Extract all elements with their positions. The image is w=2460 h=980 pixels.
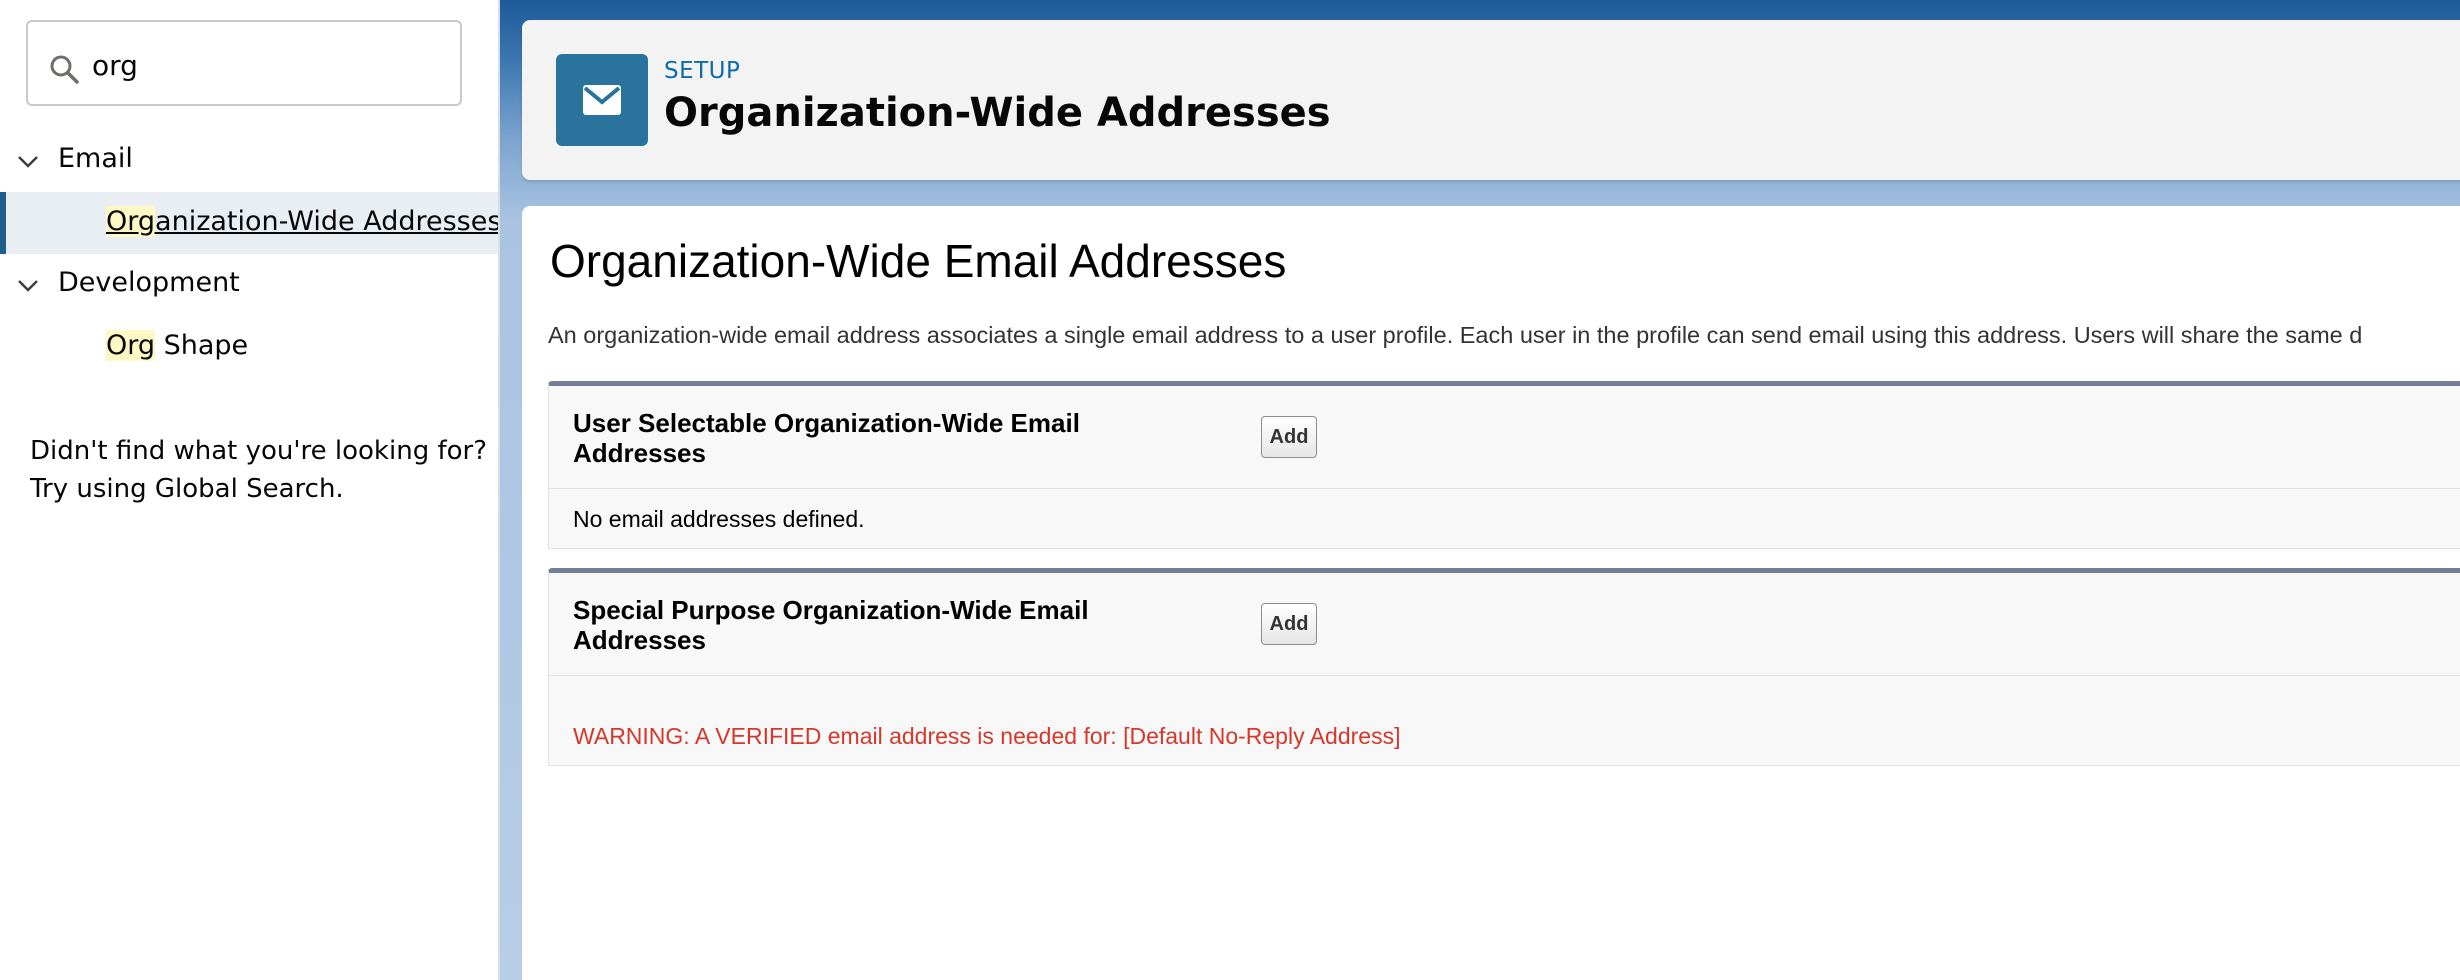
tree-item-link[interactable]: Organization-Wide Addresses	[106, 206, 501, 237]
tree-item-link[interactable]: Org Shape	[106, 330, 248, 361]
header-icon-tile	[556, 54, 648, 146]
block-title: Special Purpose Organization-Wide Email …	[573, 595, 1089, 655]
section-heading: Organization-Wide Email Addresses	[550, 235, 1287, 287]
search-match-highlight: Org	[106, 206, 156, 237]
tree-item-label: anization-Wide Addresses	[155, 206, 502, 237]
setup-sidebar: Email Organization-Wide Addresses Develo…	[0, 0, 501, 980]
verification-warning: WARNING: A VERIFIED email address is nee…	[573, 723, 1401, 749]
add-special-purpose-button[interactable]: Add	[1261, 603, 1317, 645]
block-header: User Selectable Organization-Wide Email …	[549, 386, 2460, 489]
block-header: Special Purpose Organization-Wide Email …	[549, 573, 2460, 676]
empty-list-message: No email addresses defined.	[573, 506, 865, 532]
quick-find-box[interactable]	[26, 20, 462, 106]
chevron-down-icon[interactable]	[16, 149, 40, 173]
no-results-help: Didn't find what you're looking for? Try…	[30, 432, 490, 508]
page-title: Organization-Wide Addresses	[664, 90, 1331, 136]
quick-find-input[interactable]	[92, 40, 442, 90]
section-description: An organization-wide email address assoc…	[548, 322, 2363, 348]
help-line: Didn't find what you're looking for?	[30, 436, 488, 466]
block-title: User Selectable Organization-Wide Email …	[573, 408, 1080, 468]
search-icon	[50, 55, 79, 84]
page-header: SETUP Organization-Wide Addresses	[522, 20, 2460, 180]
tree-item-organization-wide-addresses[interactable]: Organization-Wide Addresses	[0, 192, 501, 254]
tree-group-email[interactable]: Email	[0, 133, 498, 189]
sidebar-divider	[498, 0, 500, 980]
setup-app: Email Organization-Wide Addresses Develo…	[0, 0, 2460, 980]
search-match-highlight: Org	[106, 330, 156, 361]
content-panel: Organization-Wide Email Addresses An org…	[522, 206, 2460, 980]
tree-group-development[interactable]: Development	[0, 257, 498, 313]
user-selectable-addresses-block: User Selectable Organization-Wide Email …	[548, 381, 2460, 549]
header-eyebrow: SETUP	[664, 58, 741, 84]
tree-item-org-shape[interactable]: Org Shape	[0, 316, 498, 378]
help-line: Try using Global Search.	[30, 474, 344, 504]
tree-item-label: Shape	[155, 330, 249, 361]
chevron-down-icon[interactable]	[16, 273, 40, 297]
email-icon	[583, 85, 621, 115]
add-user-selectable-button[interactable]: Add	[1261, 416, 1317, 458]
special-purpose-addresses-block: Special Purpose Organization-Wide Email …	[548, 568, 2460, 766]
tree-group-label: Email	[58, 143, 133, 174]
tree-group-label: Development	[58, 267, 240, 298]
